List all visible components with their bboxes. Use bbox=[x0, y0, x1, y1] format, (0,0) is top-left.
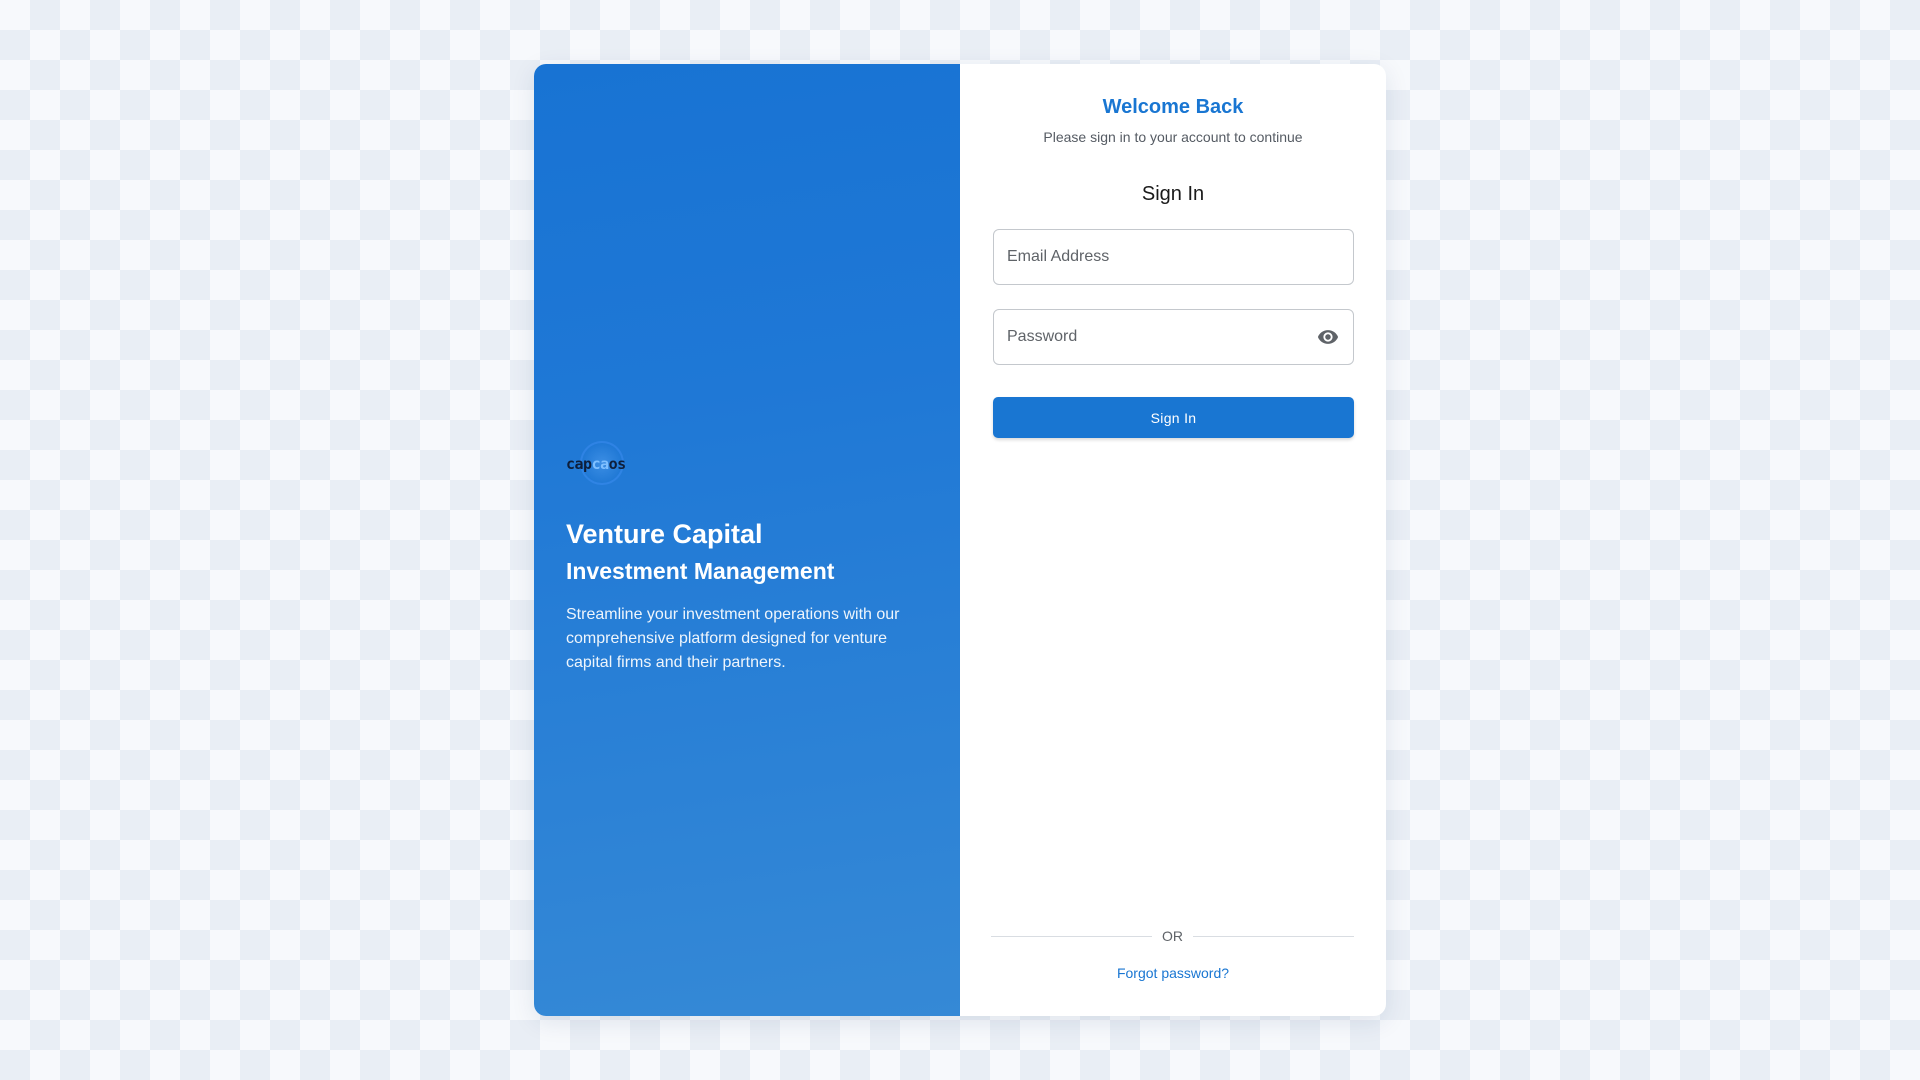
welcome-heading: Welcome Back bbox=[1102, 96, 1244, 118]
divider-label: OR bbox=[1162, 928, 1183, 944]
login-panel: Welcome Back Please sign in to your acco… bbox=[960, 64, 1386, 1016]
hero-description: Streamline your investment operations wi… bbox=[566, 606, 900, 672]
eye-icon[interactable] bbox=[1316, 325, 1340, 349]
signin-form-title: Sign In bbox=[1141, 183, 1205, 205]
email-field-wrapper bbox=[993, 229, 1354, 285]
logo-text-mid: ca bbox=[591, 454, 610, 473]
logo-wordmark: capcaos bbox=[566, 455, 626, 473]
divider-line-right bbox=[1193, 935, 1354, 937]
divider-line-left bbox=[991, 935, 1152, 937]
login-card: capcaos Venture Capital Investment Manag… bbox=[534, 64, 1386, 1016]
logo-text-right: os bbox=[608, 454, 627, 473]
forgot-password-row: Forgot password? bbox=[960, 965, 1386, 983]
logo-text-left: cap bbox=[566, 454, 592, 473]
hero-title: Venture Capital bbox=[566, 518, 763, 549]
hero-panel: capcaos Venture Capital Investment Manag… bbox=[534, 64, 960, 1016]
hero-subtitle: Investment Management bbox=[566, 558, 835, 585]
password-input[interactable] bbox=[1007, 328, 1316, 346]
or-divider: OR bbox=[991, 928, 1354, 944]
signin-form: Sign In bbox=[993, 229, 1354, 438]
password-field-wrapper bbox=[993, 309, 1354, 365]
email-input[interactable] bbox=[1007, 248, 1340, 266]
forgot-password-link[interactable]: Forgot password? bbox=[1117, 965, 1229, 981]
signin-button[interactable]: Sign In bbox=[993, 397, 1354, 438]
brand-logo: capcaos bbox=[566, 439, 656, 489]
welcome-subtitle: Please sign in to your account to contin… bbox=[1043, 129, 1303, 145]
